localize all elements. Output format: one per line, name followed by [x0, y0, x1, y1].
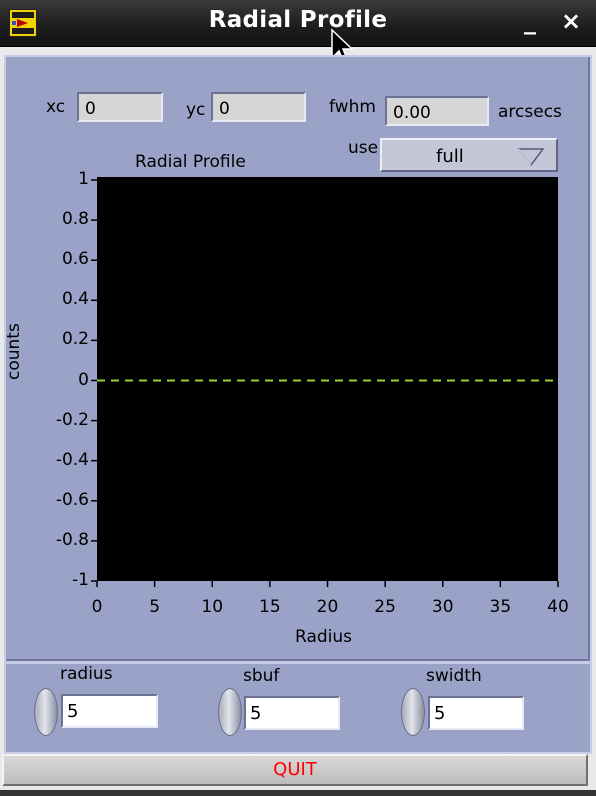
title-bar[interactable]: Radial Profile _ ×	[0, 0, 596, 47]
y-axis-label: counts	[4, 323, 24, 380]
triangle-down-icon	[518, 148, 544, 166]
x-tick-label: 10	[201, 597, 224, 617]
quit-button[interactable]: QUIT	[2, 754, 588, 786]
window-bottom-edge	[0, 790, 596, 796]
xc-field[interactable]: 0	[77, 92, 163, 122]
x-tick-label: 40	[547, 597, 569, 617]
y-tick-label: -0.8	[55, 529, 89, 550]
radius-stepper[interactable]	[34, 688, 58, 736]
fwhm-label: fwhm	[329, 97, 376, 117]
x-tick-label: 20	[316, 597, 339, 617]
x-tick-label: 0	[91, 597, 103, 617]
fwhm-field[interactable]: 0.00	[385, 96, 489, 126]
window-title: Radial Profile	[208, 7, 388, 33]
x-tick-label: 15	[259, 597, 281, 617]
use-select-value: full	[436, 146, 464, 167]
swidth-input[interactable]: 5	[428, 696, 524, 730]
plot-area	[97, 177, 558, 581]
fwhm-unit-label: arcsecs	[498, 102, 562, 122]
yc-label: yc	[186, 100, 206, 120]
minimize-button[interactable]: _	[516, 6, 544, 36]
quit-label: QUIT	[273, 759, 317, 780]
y-tick-label: 0.2	[61, 329, 89, 350]
sbuf-input[interactable]: 5	[244, 696, 340, 730]
y-tick-label: 0	[78, 369, 89, 390]
swidth-label: swidth	[426, 666, 482, 686]
close-button[interactable]: ×	[557, 6, 585, 36]
x-tick-label: 25	[374, 597, 396, 617]
y-tick-label: 1	[78, 169, 89, 189]
y-tick-label: -1	[72, 570, 89, 590]
xc-label: xc	[46, 97, 66, 117]
x-tick-label: 5	[149, 597, 161, 617]
y-tick-label: -0.4	[55, 449, 89, 470]
x-tick-label: 30	[431, 597, 454, 617]
y-tick-label: 0.6	[61, 249, 89, 270]
swidth-stepper[interactable]	[401, 688, 425, 736]
sbuf-stepper[interactable]	[218, 688, 242, 736]
use-select[interactable]: full	[380, 138, 558, 172]
y-tick-label: -0.6	[55, 489, 89, 510]
y-tick-label: -0.2	[55, 409, 89, 430]
radius-label: radius	[60, 664, 113, 684]
x-axis-label: Radius	[295, 627, 353, 647]
yc-field[interactable]: 0	[211, 92, 306, 122]
radius-input[interactable]: 5	[61, 694, 158, 728]
chart-title: Radial Profile	[135, 152, 246, 172]
y-tick-label: 0.4	[61, 289, 89, 310]
use-label: use	[348, 138, 379, 158]
sbuf-label: sbuf	[243, 666, 280, 686]
x-tick-label: 35	[489, 597, 512, 617]
y-tick-label: 0.8	[61, 209, 89, 230]
